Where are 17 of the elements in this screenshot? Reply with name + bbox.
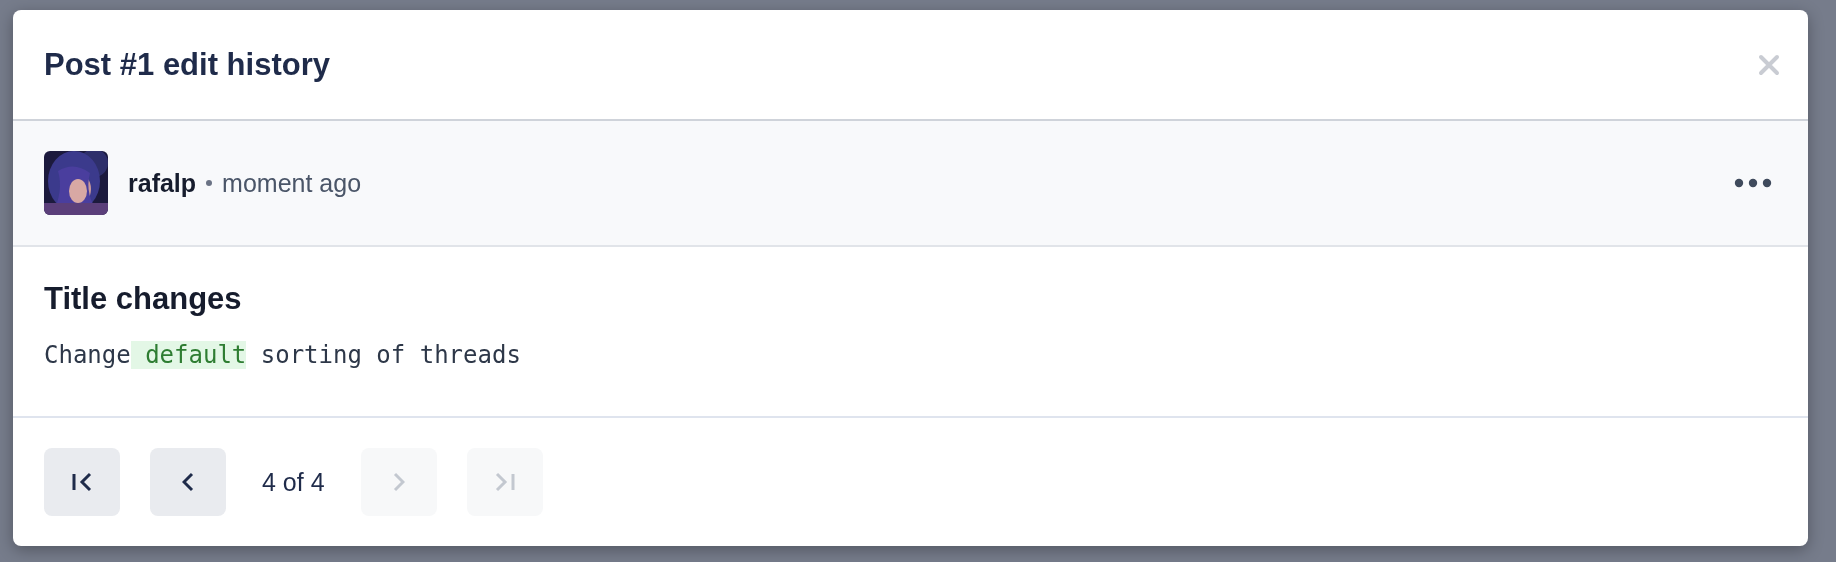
diff-text: sorting of threads <box>259 341 521 369</box>
last-page-icon <box>494 472 515 492</box>
more-options-icon[interactable] <box>1734 178 1772 188</box>
diff-text: Change <box>44 341 131 369</box>
added-text: default <box>130 341 247 369</box>
previous-page-button[interactable] <box>150 448 226 516</box>
page-counter: 4 of 4 <box>262 467 325 497</box>
chevron-right-icon <box>392 472 405 492</box>
first-page-icon <box>72 472 92 492</box>
separator-dot <box>206 180 213 186</box>
author-name[interactable]: rafalp <box>128 168 197 198</box>
timestamp: moment ago <box>222 168 362 198</box>
close-icon[interactable] <box>1758 53 1780 76</box>
chevron-left-icon <box>182 472 194 492</box>
section-heading: Title changes <box>44 281 243 317</box>
first-page-button[interactable] <box>44 448 120 516</box>
dialog-title: Post #1 edit history <box>44 46 330 83</box>
